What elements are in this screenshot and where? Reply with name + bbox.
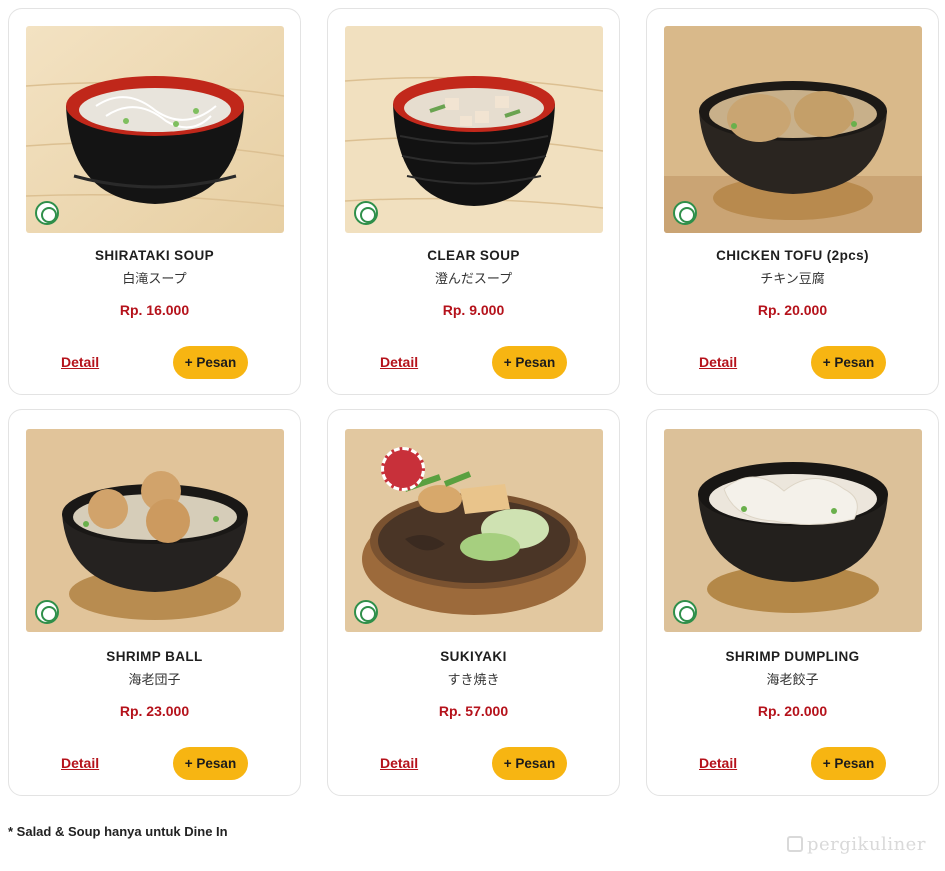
watermark: pergikuliner: [787, 834, 926, 855]
detail-link[interactable]: Detail: [699, 354, 737, 370]
shrimp-ball-image: [26, 429, 284, 632]
item-price: Rp. 23.000: [119, 703, 190, 719]
halal-badge-icon: [354, 201, 378, 225]
item-price: Rp. 20.000: [757, 302, 828, 318]
item-name: CHICKEN TOFU (2pcs): [716, 248, 869, 263]
halal-badge-icon: [673, 600, 697, 624]
item-price: Rp. 9.000: [442, 302, 505, 318]
menu-card: SUKIYAKI すき焼き Rp. 57.000 Detail + Pesan: [327, 409, 620, 796]
food-photo: [26, 429, 284, 632]
item-price: Rp. 16.000: [119, 302, 190, 318]
item-price: Rp. 57.000: [438, 703, 509, 719]
item-japanese-name: 海老餃子: [766, 672, 819, 687]
item-name: SHRIMP BALL: [106, 649, 203, 664]
detail-link[interactable]: Detail: [61, 755, 99, 771]
item-price: Rp. 20.000: [757, 703, 828, 719]
beef-badge-icon: [381, 447, 425, 491]
halal-badge-icon: [673, 201, 697, 225]
halal-badge-icon: [354, 600, 378, 624]
menu-card: CLEAR SOUP 澄んだスープ Rp. 9.000 Detail + Pes…: [327, 8, 620, 395]
item-japanese-name: すき焼き: [447, 672, 500, 687]
item-name: SHRIMP DUMPLING: [725, 649, 860, 664]
food-photo: [664, 26, 922, 233]
clear-soup-image: [345, 26, 603, 233]
item-japanese-name: 澄んだスープ: [434, 271, 513, 286]
menu-card: SHIRATAKI SOUP 白滝スープ Rp. 16.000 Detail +…: [8, 8, 301, 395]
order-button[interactable]: + Pesan: [173, 747, 248, 780]
order-button[interactable]: + Pesan: [173, 346, 248, 379]
halal-badge-icon: [35, 600, 59, 624]
item-name: CLEAR SOUP: [427, 248, 520, 263]
chicken-tofu-image: [664, 26, 922, 233]
camera-icon: [787, 836, 803, 852]
order-button[interactable]: + Pesan: [492, 747, 567, 780]
menu-card: CHICKEN TOFU (2pcs) チキン豆腐 Rp. 20.000 Det…: [646, 8, 939, 395]
detail-link[interactable]: Detail: [61, 354, 99, 370]
menu-grid: SHIRATAKI SOUP 白滝スープ Rp. 16.000 Detail +…: [8, 8, 939, 796]
menu-card: SHRIMP DUMPLING 海老餃子 Rp. 20.000 Detail +…: [646, 409, 939, 796]
item-name: SUKIYAKI: [440, 649, 507, 664]
shirataki-soup-image: [26, 26, 284, 233]
watermark-text: pergikuliner: [807, 834, 926, 855]
detail-link[interactable]: Detail: [380, 354, 418, 370]
item-japanese-name: チキン豆腐: [760, 271, 825, 286]
food-photo: [345, 429, 603, 632]
order-button[interactable]: + Pesan: [492, 346, 567, 379]
dine-in-note: * Salad & Soup hanya untuk Dine In: [8, 824, 228, 839]
detail-link[interactable]: Detail: [699, 755, 737, 771]
menu-card: SHRIMP BALL 海老団子 Rp. 23.000 Detail + Pes…: [8, 409, 301, 796]
item-japanese-name: 海老団子: [128, 672, 181, 687]
detail-link[interactable]: Detail: [380, 755, 418, 771]
shrimp-dumpling-image: [664, 429, 922, 632]
order-button[interactable]: + Pesan: [811, 346, 886, 379]
food-photo: [26, 26, 284, 233]
halal-badge-icon: [35, 201, 59, 225]
item-name: SHIRATAKI SOUP: [94, 248, 215, 263]
item-japanese-name: 白滝スープ: [122, 271, 187, 286]
order-button[interactable]: + Pesan: [811, 747, 886, 780]
food-photo: [664, 429, 922, 632]
food-photo: [345, 26, 603, 233]
